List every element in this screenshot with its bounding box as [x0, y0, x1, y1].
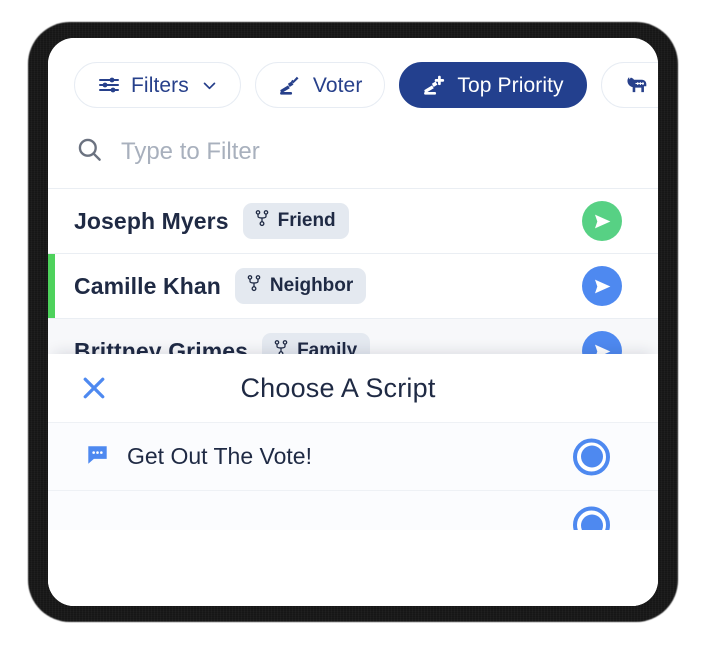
table-row[interactable]: Camille Khan Neighbor [48, 253, 658, 318]
send-message-button[interactable] [582, 266, 622, 306]
send-arrow-icon [594, 214, 610, 228]
row-status-bar [48, 189, 55, 253]
send-arrow-icon [594, 279, 610, 293]
search-input[interactable] [119, 137, 632, 167]
contact-name: Camille Khan [74, 272, 221, 299]
ballot-box-icon [278, 73, 303, 98]
list-item[interactable]: Get Out The Vote! [48, 422, 658, 490]
radio-inner-dot [580, 514, 603, 530]
table-row[interactable]: Joseph Myers Friend [48, 188, 658, 253]
list-item-partial[interactable] [48, 490, 658, 530]
sheet-header: Choose A Script [48, 354, 658, 422]
app-card: Filters Voter Top Priority Type to Filte… [48, 38, 658, 606]
search-bar[interactable] [48, 128, 658, 188]
choose-script-sheet: Choose A Script Get Out The Vote! [48, 354, 658, 606]
search-icon [76, 136, 103, 168]
script-radio-button[interactable] [573, 438, 610, 475]
filter-chip-democrat[interactable]: De [600, 62, 658, 108]
app-card-content: Filters Voter Top Priority Type to Filte… [48, 38, 658, 606]
donkey-icon [624, 72, 650, 98]
ballot-plus-icon [422, 73, 447, 98]
send-message-button[interactable] [582, 201, 622, 241]
filter-chip-top-priority[interactable]: Top Priority [399, 62, 587, 108]
contact-name: Joseph Myers [74, 207, 229, 234]
chevron-down-icon [201, 77, 218, 94]
contact-tag: Friend [242, 203, 349, 239]
relationship-icon [254, 209, 270, 233]
filter-chip-label: Top Priority [457, 73, 564, 97]
filter-chip-label: Filters [131, 73, 189, 97]
script-label: Get Out The Vote! [127, 443, 312, 469]
sliders-icon [97, 73, 121, 97]
filter-chip-voter[interactable]: Voter [254, 62, 386, 108]
contact-tag-label: Friend [277, 210, 336, 231]
contact-tag: Neighbor [234, 268, 367, 304]
filter-chip-bar: Filters Voter Top Priority [48, 38, 658, 128]
page-title: Choose A Script [240, 372, 436, 403]
relationship-icon [246, 274, 262, 298]
row-status-bar [48, 254, 55, 318]
close-button[interactable] [76, 370, 112, 406]
filter-chip-label: Voter [312, 73, 363, 97]
script-radio-button[interactable] [573, 506, 610, 530]
chat-bubble-icon [86, 443, 109, 471]
radio-inner-dot [580, 445, 603, 468]
close-x-icon [83, 377, 105, 399]
contact-tag-label: Neighbor [269, 275, 354, 296]
filter-chip-filters[interactable]: Filters [74, 62, 241, 108]
